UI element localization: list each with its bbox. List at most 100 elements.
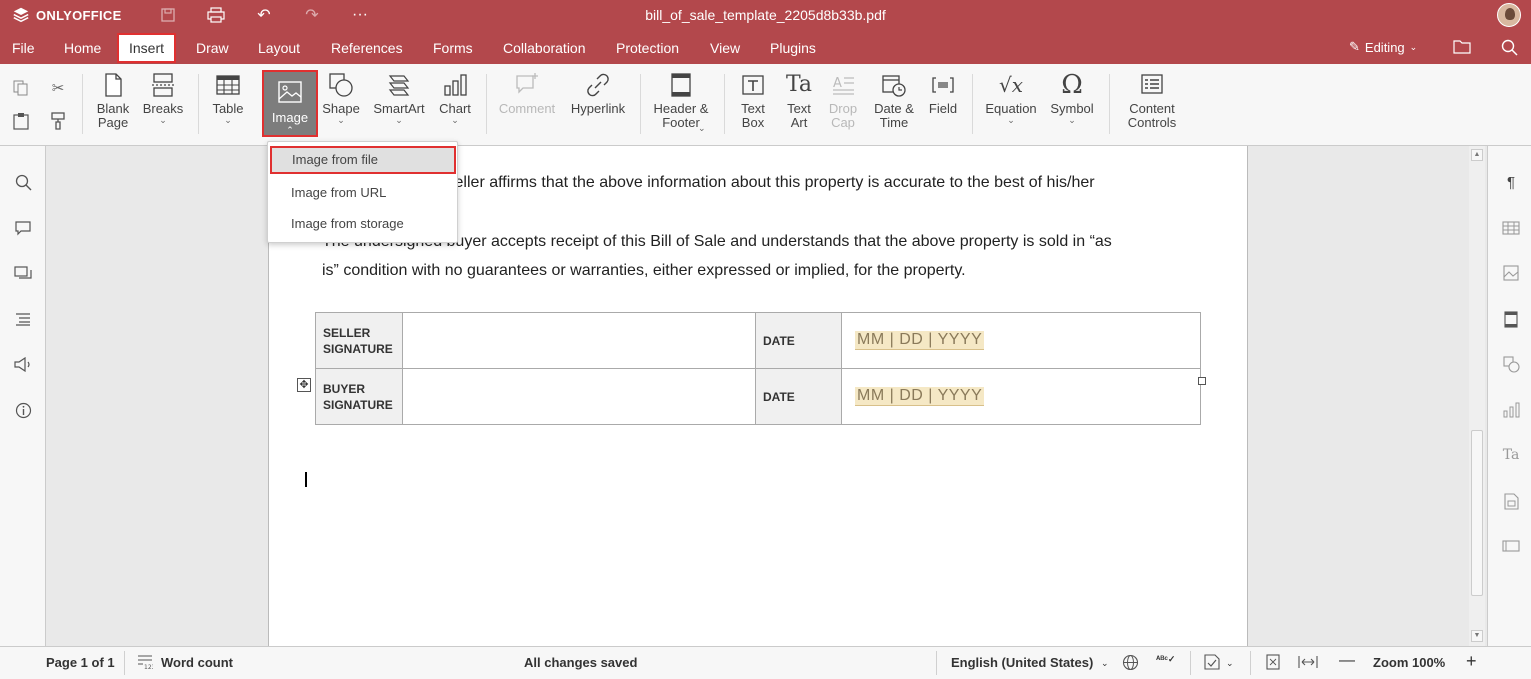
- zoom-out-icon[interactable]: —: [1339, 652, 1355, 670]
- vertical-scrollbar[interactable]: ▲ ▼: [1469, 146, 1485, 646]
- image-label: Image: [271, 110, 309, 125]
- text-box-button[interactable]: Text Box: [734, 70, 772, 130]
- comments-icon[interactable]: [12, 217, 34, 239]
- paragraph-settings-icon[interactable]: ¶: [1500, 171, 1522, 193]
- blank-page-button[interactable]: Blank Page: [93, 70, 133, 130]
- tab-references[interactable]: References: [321, 33, 413, 63]
- seller-signature-cell[interactable]: [402, 312, 756, 369]
- date-field[interactable]: MM | DD | YYYY: [855, 331, 985, 350]
- equation-button[interactable]: √x Equation ⌄: [982, 70, 1040, 125]
- svg-text:123: 123: [144, 664, 153, 670]
- header-footer-settings-icon[interactable]: [1500, 308, 1522, 330]
- table-settings-icon[interactable]: [1500, 217, 1522, 239]
- text-art-label: Text Art: [787, 101, 811, 130]
- hyperlink-button[interactable]: Hyperlink: [567, 70, 629, 116]
- field-button[interactable]: Field: [925, 70, 961, 116]
- chat-icon[interactable]: [12, 262, 34, 284]
- equation-label: Equation: [985, 101, 1037, 116]
- shape-settings-icon[interactable]: [1500, 353, 1522, 375]
- date-time-label: Date & Time: [874, 101, 914, 130]
- text-art-button[interactable]: Ta Text Art: [780, 70, 818, 130]
- chart-button[interactable]: Chart ⌄: [435, 70, 475, 125]
- date-time-button[interactable]: Date & Time: [870, 70, 918, 130]
- tab-collaboration[interactable]: Collaboration: [493, 33, 596, 63]
- symbol-icon: Ω: [1061, 70, 1083, 100]
- table-row: SELLER SIGNATURE DATE MM | DD | YYYY: [315, 312, 1201, 369]
- text-art-settings-icon[interactable]: Ta: [1500, 444, 1522, 466]
- page-indicator[interactable]: Page 1 of 1: [46, 655, 115, 670]
- feedback-icon[interactable]: [12, 353, 34, 375]
- navigation-icon[interactable]: [12, 308, 34, 330]
- search-icon[interactable]: [12, 171, 34, 193]
- scroll-up-icon[interactable]: ▲: [1471, 149, 1483, 161]
- menu-item-image-from-storage[interactable]: Image from storage: [268, 210, 457, 238]
- zoom-level[interactable]: Zoom 100%: [1373, 655, 1445, 670]
- paste-icon[interactable]: [11, 111, 31, 131]
- paragraph-buyer-line2[interactable]: is” condition with no guarantees or warr…: [322, 256, 1192, 285]
- buyer-signature-cell[interactable]: [402, 368, 756, 425]
- tab-draw[interactable]: Draw: [186, 33, 239, 63]
- form-settings-icon[interactable]: [1500, 535, 1522, 557]
- table-button[interactable]: Table ⌄: [208, 70, 248, 125]
- symbol-button[interactable]: Ω Symbol ⌄: [1047, 70, 1097, 125]
- table-label: Table: [212, 101, 244, 116]
- insert-toolbar: ✂ Blank Page Breaks ⌄ Table ⌄ Shape ⌄ Sm…: [0, 64, 1531, 146]
- chevron-down-icon: ⌄: [1409, 41, 1418, 52]
- symbol-label: Symbol: [1050, 101, 1094, 116]
- editing-mode-dropdown[interactable]: ✎ Editing ⌄: [1349, 39, 1417, 55]
- about-icon[interactable]: [12, 399, 34, 421]
- open-location-icon[interactable]: [1453, 39, 1471, 58]
- image-settings-icon[interactable]: [1500, 262, 1522, 284]
- tab-home[interactable]: Home: [54, 33, 111, 63]
- search-icon[interactable]: [1501, 39, 1518, 60]
- chart-label: Chart: [439, 101, 471, 116]
- seller-date-cell[interactable]: MM | DD | YYYY: [841, 312, 1201, 369]
- user-avatar[interactable]: [1497, 3, 1521, 27]
- tab-protection[interactable]: Protection: [606, 33, 689, 63]
- copy-icon[interactable]: [11, 78, 31, 98]
- chevron-down-icon: ⌄: [1226, 658, 1234, 668]
- scrollbar-thumb[interactable]: [1471, 430, 1483, 596]
- menu-item-image-from-file[interactable]: Image from file: [270, 146, 456, 174]
- drop-cap-button[interactable]: A Drop Cap: [825, 70, 861, 130]
- table-move-handle-icon[interactable]: ✥: [297, 378, 311, 392]
- chart-settings-icon[interactable]: [1500, 399, 1522, 421]
- smartart-button[interactable]: SmartArt ⌄: [370, 70, 428, 125]
- chart-icon: [440, 70, 470, 100]
- chevron-down-icon: ⌄: [395, 115, 403, 125]
- menu-bar: File Home Insert Draw Layout References …: [0, 31, 1531, 64]
- fit-width-icon[interactable]: [1298, 654, 1318, 673]
- tab-insert[interactable]: Insert: [117, 33, 177, 63]
- tab-forms[interactable]: Forms: [423, 33, 483, 63]
- word-count-icon[interactable]: 123: [137, 654, 156, 673]
- table-resize-handle[interactable]: [1198, 377, 1206, 385]
- comment-button[interactable]: Comment: [496, 70, 558, 116]
- menu-item-image-from-url[interactable]: Image from URL: [268, 179, 457, 207]
- content-controls-button[interactable]: Content Controls: [1119, 70, 1185, 130]
- fit-page-icon[interactable]: [1265, 654, 1281, 673]
- document-language-icon[interactable]: [1122, 654, 1139, 674]
- spell-check-icon[interactable]: ᴬᴮᶜ✓: [1156, 654, 1175, 665]
- header-footer-button[interactable]: Header & Footer ⌄: [650, 70, 712, 133]
- language-selector[interactable]: English (United States): [951, 655, 1093, 670]
- drop-cap-icon: A: [828, 70, 858, 100]
- mail-merge-icon[interactable]: [1500, 490, 1522, 512]
- word-count-button[interactable]: Word count: [161, 655, 233, 670]
- zoom-in-icon[interactable]: +: [1466, 651, 1477, 672]
- track-changes-icon[interactable]: [1204, 654, 1220, 673]
- scroll-down-icon[interactable]: ▼: [1471, 630, 1483, 642]
- tab-plugins[interactable]: Plugins: [760, 33, 826, 63]
- buyer-date-cell[interactable]: MM | DD | YYYY: [841, 368, 1201, 425]
- date-field[interactable]: MM | DD | YYYY: [855, 387, 985, 406]
- breaks-button[interactable]: Breaks ⌄: [140, 70, 186, 125]
- image-icon: [275, 78, 305, 106]
- shape-button[interactable]: Shape ⌄: [319, 70, 363, 125]
- cut-icon[interactable]: ✂: [48, 78, 68, 98]
- header-footer-icon: [666, 70, 696, 100]
- tab-view[interactable]: View: [700, 33, 750, 63]
- signature-table[interactable]: SELLER SIGNATURE DATE MM | DD | YYYY BUYE…: [315, 312, 1201, 425]
- tab-layout[interactable]: Layout: [248, 33, 310, 63]
- tab-file[interactable]: File: [2, 33, 45, 63]
- image-button[interactable]: Image ⌃: [262, 70, 318, 137]
- format-painter-icon[interactable]: [48, 111, 68, 131]
